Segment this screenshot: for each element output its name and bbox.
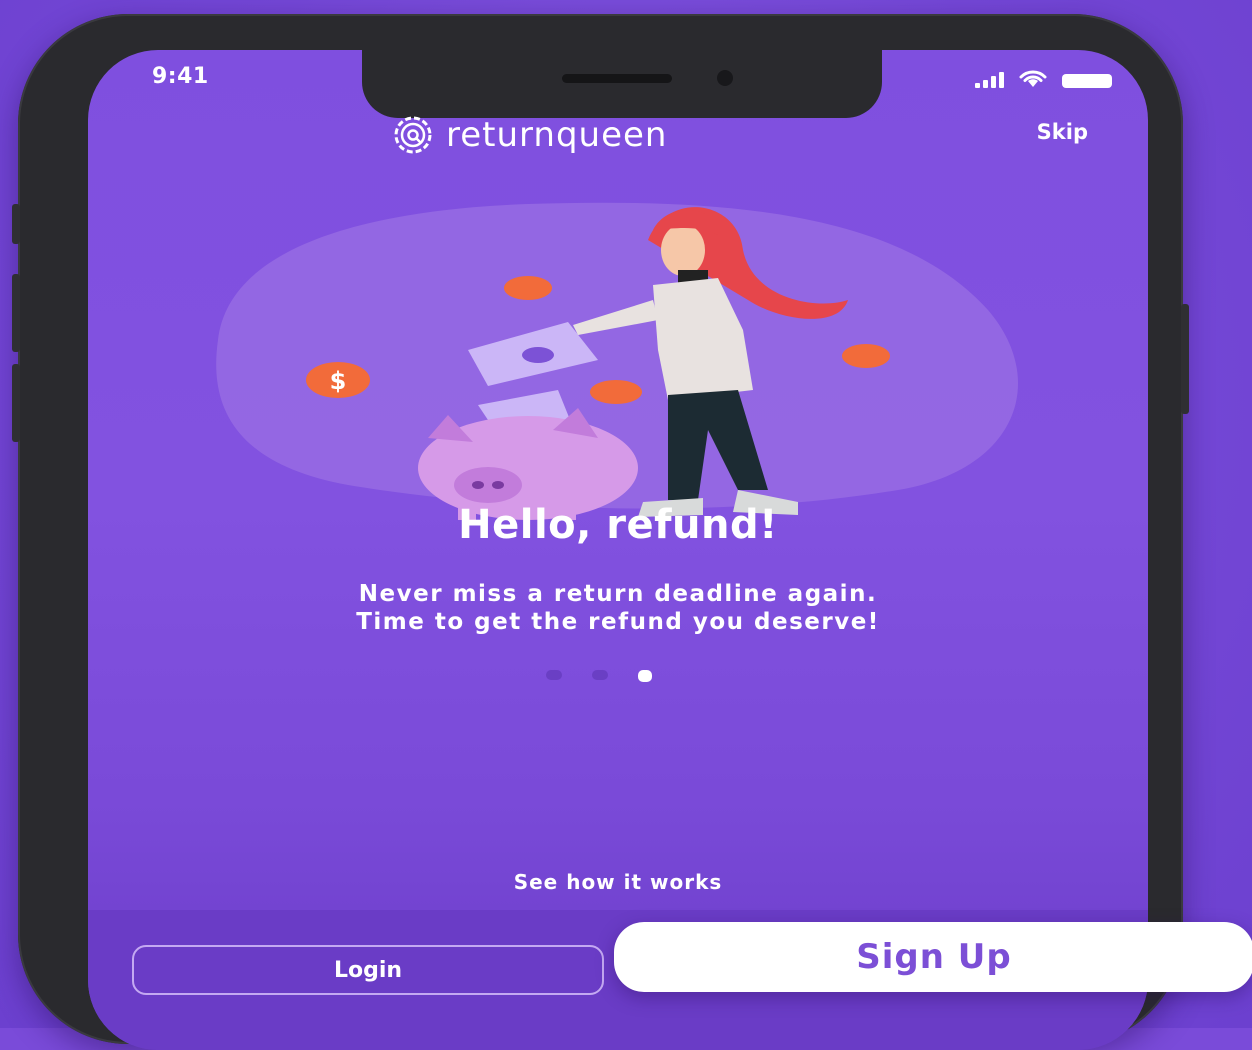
phone-volume-up-button: [12, 274, 20, 352]
phone-volume-down-button: [12, 364, 20, 442]
subtitle-line-2: Time to get the refund you deserve!: [356, 609, 880, 635]
gear-q-logo-icon: [394, 116, 432, 154]
page-dot-2[interactable]: [592, 670, 608, 680]
skip-button[interactable]: Skip: [1037, 120, 1088, 144]
speaker-grille: [562, 74, 672, 83]
signal-icon: [975, 72, 1004, 88]
subtitle-line-1: Never miss a return deadline again.: [358, 581, 878, 607]
phone-frame: 9:41 returnqueen Skip $ Hello, refund! N…: [12, 14, 1189, 1050]
see-how-it-works-link[interactable]: See how it works: [88, 870, 1148, 894]
phone-notch: [362, 50, 882, 118]
status-icons: [975, 70, 1112, 88]
svg-text:$: $: [330, 367, 347, 395]
sign-up-button[interactable]: Sign Up: [614, 922, 1252, 992]
login-button[interactable]: Login: [132, 945, 604, 995]
front-camera: [717, 70, 733, 86]
page-dot-3-active[interactable]: [638, 670, 652, 682]
page-indicator: [546, 670, 652, 682]
wifi-icon: [1019, 70, 1047, 87]
brand-name: returnqueen: [446, 115, 668, 155]
onboarding-title: Hello, refund!: [458, 502, 778, 548]
page-dot-1[interactable]: [546, 670, 562, 680]
phone-screen: 9:41 returnqueen Skip $ Hello, refund! N…: [88, 50, 1148, 1050]
status-time: 9:41: [152, 64, 209, 89]
phone-mute-switch: [12, 204, 20, 244]
woman-refund-piggy-bank-illustration: $: [216, 202, 1019, 520]
battery-icon: [1062, 74, 1112, 88]
onboarding-subtitle: Never miss a return deadline again. Time…: [88, 580, 1148, 636]
coin-icon: $: [306, 362, 370, 398]
phone-power-button: [1181, 304, 1189, 414]
brand-logo: returnqueen: [388, 110, 667, 160]
